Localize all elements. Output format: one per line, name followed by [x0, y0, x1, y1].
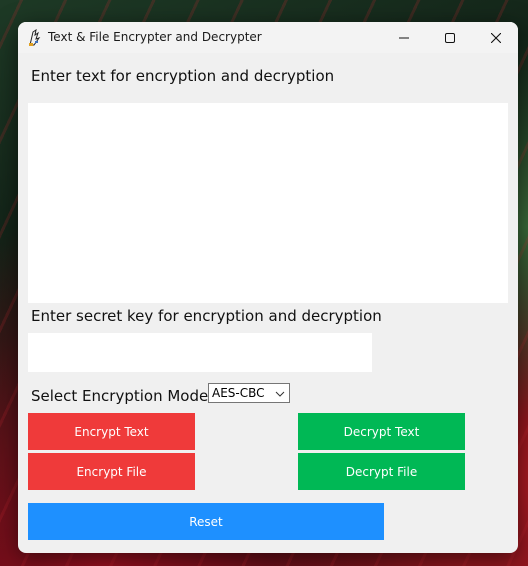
- window-title: Text & File Encrypter and Decrypter: [48, 30, 262, 44]
- title-bar[interactable]: Text & File Encrypter and Decrypter: [18, 22, 518, 53]
- app-window: Text & File Encrypter and Decrypter Ente…: [18, 22, 518, 553]
- encryption-mode-label: Select Encryption Mode:: [31, 387, 214, 405]
- reset-button[interactable]: Reset: [28, 503, 384, 540]
- secret-key-label: Enter secret key for encryption and decr…: [31, 307, 382, 325]
- maximize-icon: [445, 28, 455, 47]
- decrypt-text-button[interactable]: Decrypt Text: [298, 413, 465, 450]
- chevron-down-icon: [275, 388, 285, 402]
- secret-key-input[interactable]: [28, 333, 372, 372]
- text-input-label: Enter text for encryption and decryption: [31, 67, 335, 85]
- minimize-icon: [399, 28, 409, 47]
- text-input-area[interactable]: [28, 103, 508, 303]
- maximize-button[interactable]: [427, 22, 473, 53]
- encrypt-text-button[interactable]: Encrypt Text: [28, 413, 195, 450]
- close-icon: [490, 28, 502, 47]
- close-button[interactable]: [473, 22, 518, 53]
- encryption-mode-select[interactable]: AES-CBC: [208, 383, 290, 403]
- minimize-button[interactable]: [381, 22, 427, 53]
- encryption-mode-value: AES-CBC: [212, 386, 265, 400]
- encrypt-file-button[interactable]: Encrypt File: [28, 453, 195, 490]
- decrypt-file-button[interactable]: Decrypt File: [298, 453, 465, 490]
- python-feather-icon: [27, 28, 43, 47]
